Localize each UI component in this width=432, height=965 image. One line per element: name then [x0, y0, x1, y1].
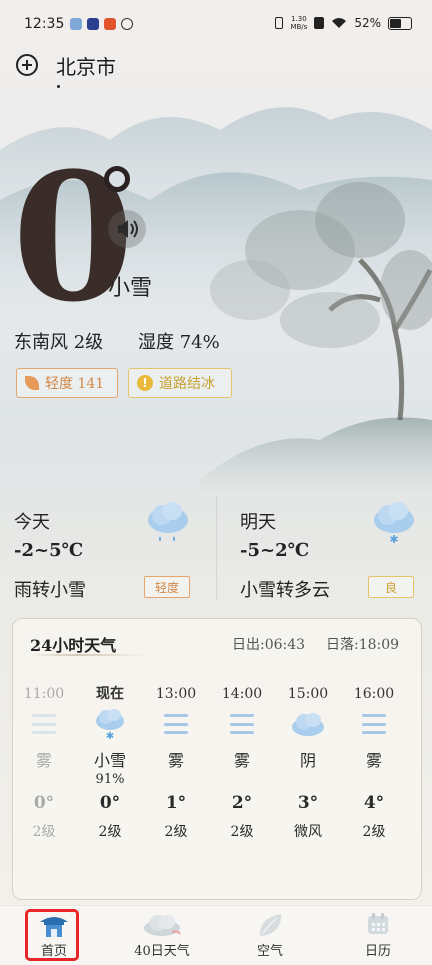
hour-precip: 91%	[95, 772, 125, 787]
warning-icon: !	[137, 375, 153, 391]
hour-condition: 雾	[365, 751, 382, 770]
hour-precip	[278, 772, 338, 790]
system-indicators: 1.30 MB/s 52%	[275, 15, 412, 31]
hour-condition: 小雪	[93, 751, 126, 770]
today-aqi-badge: 轻度	[144, 576, 190, 598]
wifi-icon	[332, 18, 347, 28]
nav-40day[interactable]: 40日天气	[108, 906, 216, 965]
hour-temp: 4°	[363, 793, 385, 813]
humidity-info: 湿度 74%	[138, 332, 220, 353]
hour-precip	[212, 772, 272, 790]
status-bar: 12:35 1.30 MB/s 52%	[0, 0, 432, 52]
hourly-item: 13:00 雾 1° 2级	[146, 684, 206, 842]
hour-time: 11:00	[23, 686, 65, 702]
hour-condition: 雾	[167, 751, 184, 770]
today-label: 今天	[14, 512, 50, 533]
hour-wind: 2级	[32, 824, 56, 840]
rain-snow-cloud-icon	[148, 502, 188, 541]
hour-condition: 雾	[233, 751, 250, 770]
sunset-time: 日落:18:09	[326, 637, 400, 653]
degree-symbol	[104, 166, 130, 192]
nav-40day-label: 40日天气	[134, 944, 190, 959]
leaf-icon	[25, 376, 39, 390]
add-city-button[interactable]	[16, 54, 38, 76]
hour-wind: 2级	[164, 824, 188, 840]
today-condition: 雨转小雪	[14, 580, 86, 601]
voice-broadcast-button[interactable]	[108, 210, 146, 248]
title-underline	[30, 654, 146, 656]
news-app-icon	[104, 18, 116, 30]
battery-icon	[388, 16, 412, 30]
hour-precip	[344, 772, 404, 790]
hour-time: 13:00	[155, 686, 197, 702]
tomorrow-label: 明天	[240, 512, 276, 533]
selected-tab-highlight	[25, 909, 79, 961]
leaf-air-icon	[259, 914, 282, 936]
sunrise-time: 日出:06:43	[232, 637, 306, 653]
alert-badge-label: 道路结冰	[159, 376, 215, 392]
snow-cloud-icon: ✱	[374, 502, 414, 546]
road-icing-alert-badge[interactable]: ! 道路结冰	[128, 368, 232, 398]
hour-temp: 1°	[165, 793, 187, 813]
fog-icon	[14, 704, 74, 744]
hourly-title: 24小时天气	[30, 636, 117, 655]
hourly-item: 11:00 雾 0° 2级	[14, 684, 74, 842]
hour-temp: 0°	[33, 793, 55, 813]
battery-level: 52%	[354, 16, 381, 30]
tomorrow-temp: -5~2℃	[240, 540, 310, 561]
tomorrow-condition: 小雪转多云	[240, 580, 330, 601]
speaker-icon	[118, 220, 138, 238]
vibrate-icon	[275, 17, 284, 29]
notification-icons	[70, 18, 133, 30]
hour-wind: 2级	[98, 824, 122, 840]
message-app-icon	[70, 18, 82, 30]
snow-cloud-icon: ✱	[80, 704, 140, 744]
nav-calendar[interactable]: 日历	[324, 906, 432, 965]
hour-condition: 雾	[35, 751, 52, 770]
link-app-icon	[121, 18, 133, 30]
cloud-icon	[278, 704, 338, 744]
hourly-item: 16:00 雾 4° 2级	[344, 684, 404, 842]
svg-text:✱: ✱	[389, 533, 398, 546]
nfc-icon	[314, 17, 325, 29]
hour-temp: 0°	[99, 793, 121, 813]
nav-calendar-label: 日历	[364, 944, 391, 959]
video-app-icon	[87, 18, 99, 30]
current-condition: 小雪	[108, 276, 153, 301]
network-speed: 1.30 MB/s	[290, 15, 308, 31]
nav-air-label: 空气	[256, 944, 283, 959]
fog-icon	[344, 704, 404, 744]
cloud-40day-icon	[144, 915, 181, 936]
nav-air[interactable]: 空气	[216, 906, 324, 965]
hourly-item: 现在 ✱ 小雪 91% 0° 2级	[80, 684, 140, 842]
hour-time: 14:00	[221, 686, 263, 702]
hour-wind: 2级	[230, 824, 254, 840]
hour-condition: 阴	[299, 751, 316, 770]
hour-time: 16:00	[353, 686, 395, 702]
hour-temp: 3°	[297, 793, 319, 813]
hour-wind: 微风	[294, 824, 322, 840]
wind-info: 东南风 2级	[14, 332, 104, 353]
status-time: 12:35	[24, 16, 65, 32]
hour-time: 15:00	[287, 686, 329, 702]
svg-text:✱: ✱	[106, 731, 114, 741]
hour-time: 现在	[96, 686, 124, 702]
hour-precip	[14, 772, 74, 790]
day-divider	[216, 496, 217, 600]
hour-wind: 2级	[362, 824, 386, 840]
calendar-icon	[368, 913, 388, 934]
city-name[interactable]: 北京市	[56, 51, 116, 80]
fog-icon	[146, 704, 206, 744]
aqi-badge[interactable]: 轻度 141	[16, 368, 118, 398]
hour-precip	[146, 772, 206, 790]
location-indicator-dot	[57, 85, 60, 88]
fog-icon	[212, 704, 272, 744]
hourly-item: 14:00 雾 2° 2级	[212, 684, 272, 842]
today-temp: -2~5℃	[14, 540, 84, 561]
hourly-item: 15:00 阴 3° 微风	[278, 684, 338, 842]
tomorrow-aqi-badge: 良	[368, 576, 414, 598]
aqi-badge-label: 轻度 141	[45, 376, 105, 392]
hour-temp: 2°	[231, 793, 253, 813]
